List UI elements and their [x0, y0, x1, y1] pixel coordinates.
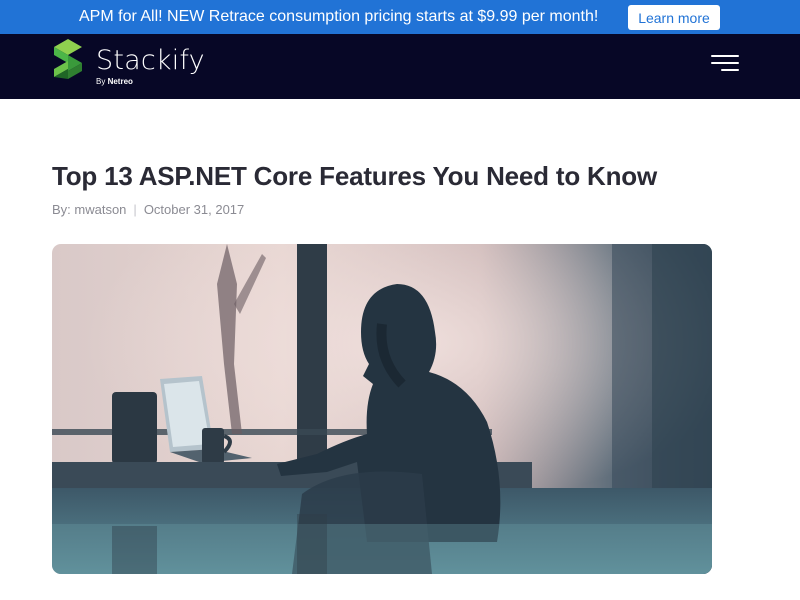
brand-byline: By Netreo — [96, 77, 133, 86]
brand-name: Stackify — [96, 45, 205, 76]
article-title: Top 13 ASP.NET Core Features You Need to… — [52, 161, 657, 191]
learn-more-button[interactable]: Learn more — [628, 5, 720, 30]
hamburger-menu-icon[interactable] — [711, 54, 739, 76]
promo-banner: APM for All! NEW Retrace consumption pri… — [0, 0, 800, 34]
brand-parent-name: Netreo — [107, 77, 133, 86]
brand-by-text: By — [96, 77, 106, 86]
promo-text: APM for All! NEW Retrace consumption pri… — [79, 8, 599, 25]
article-hero-image — [52, 244, 712, 574]
stackify-logo[interactable]: Stackify By Netreo — [52, 38, 205, 86]
hero-image-illustration — [52, 244, 712, 574]
publish-date: October 31, 2017 — [143, 202, 245, 217]
author-link[interactable]: By: mwatson — [52, 202, 126, 217]
site-header: Stackify By Netreo — [0, 34, 800, 99]
article-meta: By: mwatson | October 31, 2017 — [52, 202, 244, 218]
stackify-logo-mark-icon — [54, 39, 82, 79]
meta-divider: | — [133, 202, 137, 217]
